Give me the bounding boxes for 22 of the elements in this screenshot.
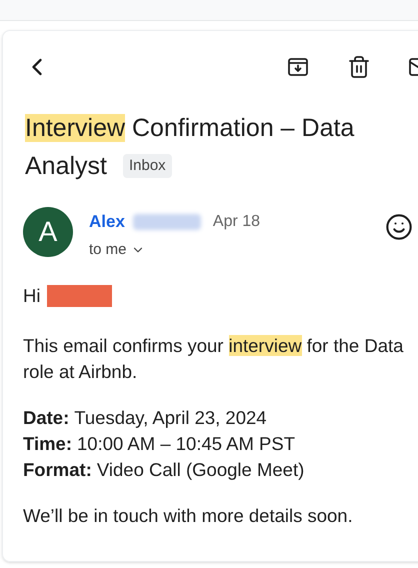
smiley-icon bbox=[385, 213, 413, 241]
detail-value: Tuesday, April 23, 2024 bbox=[74, 406, 267, 430]
trash-icon bbox=[347, 55, 371, 79]
message-date: Apr 18 bbox=[212, 212, 260, 232]
emoji-button[interactable] bbox=[385, 213, 413, 241]
detail-value: Video Call (Google Meet) bbox=[96, 458, 304, 482]
archive-icon bbox=[286, 55, 310, 79]
detail-value: 10:00 AM – 10:45 AM PST bbox=[77, 432, 296, 456]
subject-line: Analyst bbox=[25, 151, 107, 182]
closing-text: We’ll be in touch with more details soon. bbox=[23, 504, 354, 528]
greeting: Hi bbox=[23, 284, 40, 308]
subject-line: Interview Confirmation – Data bbox=[25, 113, 354, 144]
archive-button[interactable] bbox=[286, 55, 310, 79]
detail-label: Time: bbox=[23, 432, 72, 456]
avatar: A bbox=[23, 207, 73, 257]
recipient-dropdown[interactable]: to me bbox=[89, 238, 145, 261]
sender-name[interactable]: Alex bbox=[89, 209, 125, 234]
detail-label: Date: bbox=[23, 406, 70, 430]
detail-label: Format: bbox=[23, 458, 92, 482]
inbox-label[interactable]: Inbox bbox=[122, 154, 172, 178]
trash-button[interactable] bbox=[347, 55, 371, 79]
message-paragraph: This email confirms your interview for the Data role at Airbnb. bbox=[23, 334, 404, 384]
